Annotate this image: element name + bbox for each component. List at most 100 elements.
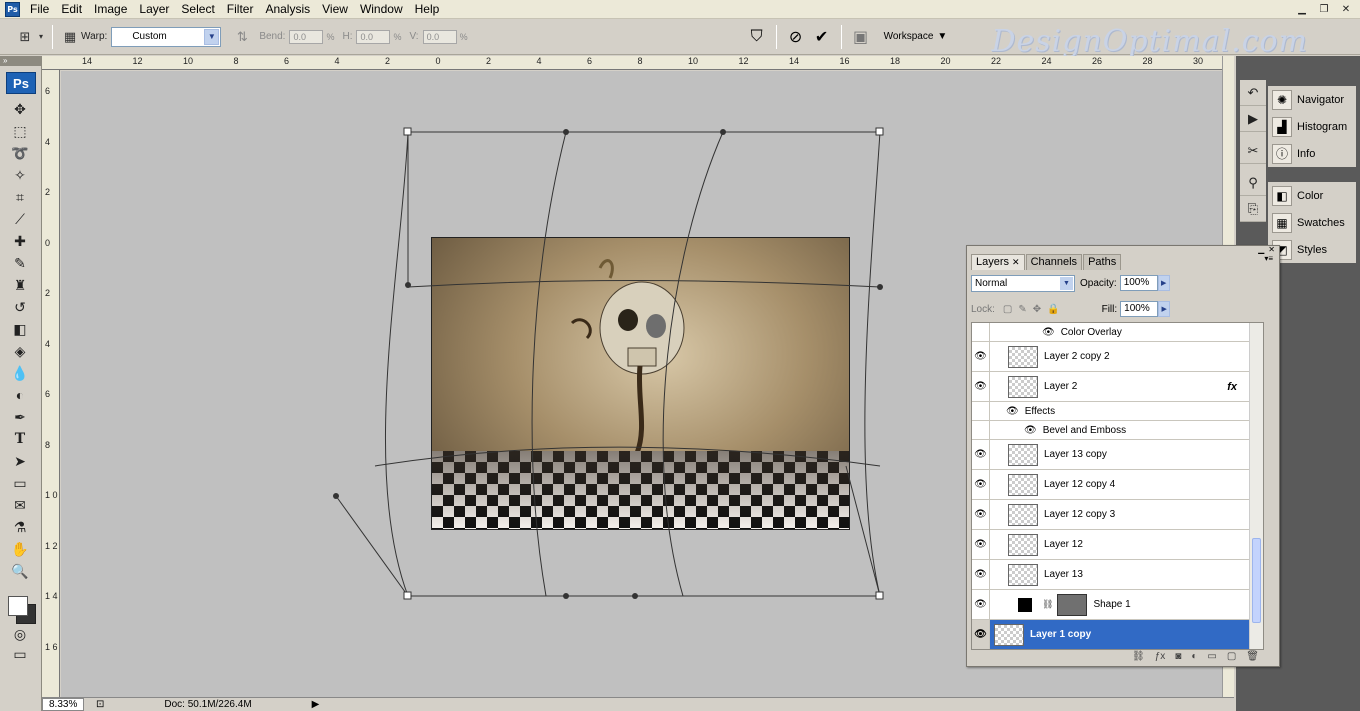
- lock-all-icon[interactable]: 🔒: [1047, 304, 1059, 315]
- close-icon[interactable]: ✕: [1012, 255, 1020, 270]
- history-panel-icon[interactable]: ↶: [1240, 80, 1266, 106]
- opacity-slider-icon[interactable]: ▶: [1157, 275, 1170, 291]
- close-icon[interactable]: ✕: [1336, 1, 1356, 17]
- panel-title-bar[interactable]: ▁ ✕: [967, 246, 1279, 254]
- healing-icon[interactable]: ✚: [0, 230, 40, 252]
- adjustment-layer-icon[interactable]: ◐: [1191, 651, 1197, 662]
- dock-item-swatches[interactable]: ▦ Swatches: [1268, 209, 1356, 236]
- close-icon[interactable]: ✕: [1268, 246, 1275, 254]
- lasso-icon[interactable]: ➰: [0, 142, 40, 164]
- shape-icon[interactable]: ▭: [0, 472, 40, 494]
- eye-icon[interactable]: 👁: [1006, 406, 1019, 417]
- eye-icon[interactable]: 👁: [972, 530, 990, 559]
- eye-icon[interactable]: 👁: [972, 440, 990, 469]
- layer-item[interactable]: 👁 Layer 13: [972, 560, 1263, 590]
- status-menu-icon[interactable]: ⊡: [96, 699, 104, 710]
- eye-icon[interactable]: 👁: [1024, 425, 1037, 436]
- path-select-icon[interactable]: ➤: [0, 450, 40, 472]
- layer-item[interactable]: 👁 ⛓ Shape 1: [972, 590, 1263, 620]
- transform-mode-switch-icon[interactable]: ⛉: [744, 24, 770, 50]
- screen-mode-icon[interactable]: ▭: [0, 644, 40, 664]
- tool-presets-icon[interactable]: ✂: [1240, 138, 1266, 164]
- hand-icon[interactable]: ✋: [0, 538, 40, 560]
- eye-icon[interactable]: 👁: [972, 470, 990, 499]
- dock-item-histogram[interactable]: ▟ Histogram: [1268, 113, 1356, 140]
- link-layers-icon[interactable]: ⛓: [1132, 651, 1145, 662]
- layer-item[interactable]: 👁 Layer 13 copy: [972, 440, 1263, 470]
- delete-layer-icon[interactable]: 🗑: [1246, 651, 1259, 662]
- fx-icon[interactable]: fx: [1227, 381, 1237, 393]
- dodge-icon[interactable]: ◐: [0, 384, 40, 406]
- menu-filter[interactable]: Filter: [221, 0, 260, 19]
- actions-panel-icon[interactable]: ▶: [1240, 106, 1266, 132]
- fill-field[interactable]: 100%: [1120, 301, 1159, 317]
- new-layer-icon[interactable]: ▢: [1227, 651, 1236, 662]
- tab-channels[interactable]: Channels: [1025, 254, 1083, 270]
- foreground-color-swatch[interactable]: [8, 596, 28, 616]
- dock-item-styles[interactable]: ◩ Styles: [1268, 236, 1356, 263]
- lock-pixels-icon[interactable]: ✎: [1018, 304, 1026, 315]
- type-icon[interactable]: T: [0, 428, 40, 450]
- effect-item-bevel-emboss[interactable]: 👁 Bevel and Emboss: [972, 421, 1263, 440]
- menu-window[interactable]: Window: [354, 0, 409, 19]
- warp-orientation-icon[interactable]: ⇅: [231, 26, 253, 48]
- ruler-horizontal[interactable]: 14 12 10 8 6 4 2 0 2 4 6 8 10 12 14 16 18 20 22 24 26 28 30: [42, 56, 1222, 70]
- menu-view[interactable]: View: [316, 0, 354, 19]
- eye-icon[interactable]: 👁: [1042, 327, 1055, 338]
- color-swatches[interactable]: [0, 588, 40, 624]
- clone-stamp-icon[interactable]: ♜: [0, 274, 40, 296]
- bend-field[interactable]: 0.0: [289, 29, 324, 44]
- effect-item-color-overlay[interactable]: 👁 Color Overlay: [972, 323, 1263, 342]
- tab-paths[interactable]: Paths: [1083, 254, 1122, 270]
- add-mask-icon[interactable]: ◙: [1175, 651, 1181, 662]
- menu-analysis[interactable]: Analysis: [259, 0, 316, 19]
- slice-icon[interactable]: ⟋: [0, 208, 40, 230]
- eye-icon[interactable]: 👁: [972, 342, 990, 371]
- pen-icon[interactable]: ✒: [0, 406, 40, 428]
- layer-item[interactable]: 👁 Layer 12: [972, 530, 1263, 560]
- zoom-icon[interactable]: 🔍: [0, 560, 40, 582]
- menu-help[interactable]: Help: [409, 0, 446, 19]
- notes-icon[interactable]: ✉: [0, 494, 40, 516]
- eye-icon[interactable]: 👁: [972, 500, 990, 529]
- layer-item[interactable]: 👁 Layer 12 copy 4: [972, 470, 1263, 500]
- fill-slider-icon[interactable]: ▶: [1158, 301, 1171, 317]
- crop-icon[interactable]: ⌗: [0, 186, 40, 208]
- layer-item-selected[interactable]: 👁 Layer 1 copy: [972, 620, 1263, 649]
- clone-source-icon[interactable]: ⎘: [1240, 196, 1266, 222]
- chevron-down-icon[interactable]: ▾: [36, 26, 46, 48]
- brushes-panel-icon[interactable]: ⚲: [1240, 170, 1266, 196]
- scrollbar-thumb[interactable]: [1252, 538, 1261, 623]
- dock-item-navigator[interactable]: ✺ Navigator: [1268, 86, 1356, 113]
- eye-icon[interactable]: 👁: [972, 372, 990, 401]
- menu-layer[interactable]: Layer: [133, 0, 175, 19]
- layer-item[interactable]: 👁 Layer 12 copy 3: [972, 500, 1263, 530]
- h-field[interactable]: 0.0: [356, 29, 391, 44]
- minimize-icon[interactable]: ▁: [1258, 246, 1264, 254]
- layer-style-icon[interactable]: ƒx: [1155, 651, 1166, 662]
- dock-item-color[interactable]: ◧ Color: [1268, 182, 1356, 209]
- eye-icon[interactable]: 👁: [972, 620, 990, 649]
- marquee-icon[interactable]: ⬚: [0, 120, 40, 142]
- toolbox-grip[interactable]: »: [0, 56, 41, 66]
- lock-transparency-icon[interactable]: ▢: [1003, 304, 1012, 315]
- dock-item-info[interactable]: ⓘ Info: [1268, 140, 1356, 167]
- warp-style-select[interactable]: Custom ▼: [111, 26, 222, 47]
- effects-header[interactable]: 👁 Effects: [972, 402, 1263, 421]
- status-arrow-icon[interactable]: ▶: [312, 699, 320, 710]
- bridge-icon[interactable]: ▣: [848, 24, 874, 50]
- menu-select[interactable]: Select: [175, 0, 220, 19]
- blend-mode-select[interactable]: Normal ▼: [971, 274, 1075, 292]
- workspace-button[interactable]: Workspace ▼: [884, 31, 948, 42]
- link-icon[interactable]: ⛓: [1042, 599, 1053, 610]
- v-field[interactable]: 0.0: [422, 29, 457, 44]
- layer-item[interactable]: 👁 Layer 2 fx: [972, 372, 1263, 402]
- layer-list-scrollbar[interactable]: [1249, 323, 1263, 649]
- panel-menu-icon[interactable]: ▾≡: [1122, 254, 1279, 270]
- restore-icon[interactable]: ❐: [1314, 1, 1334, 17]
- eraser-icon[interactable]: ◧: [0, 318, 40, 340]
- transform-tool-preset-icon[interactable]: ⊞: [14, 26, 36, 48]
- eye-icon[interactable]: 👁: [972, 560, 990, 589]
- menu-image[interactable]: Image: [88, 0, 133, 19]
- menu-edit[interactable]: Edit: [55, 0, 88, 19]
